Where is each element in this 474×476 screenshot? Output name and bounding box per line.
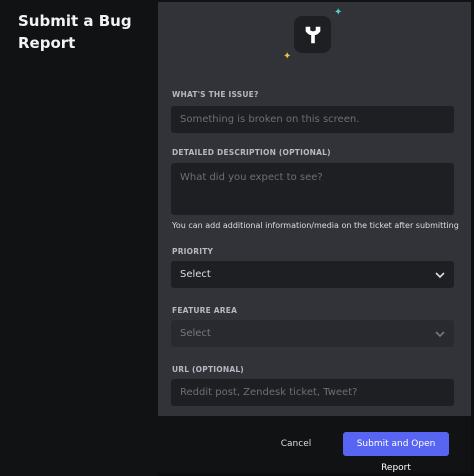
priority-label: PRIORITY — [172, 247, 214, 256]
description-label: DETAILED DESCRIPTION (OPTIONAL) — [172, 148, 331, 157]
sparkle-icon: ✦ — [334, 7, 343, 18]
priority-value: Select — [180, 269, 211, 280]
sparkle-icon: ✦ — [283, 51, 292, 62]
form-panel: ✦ ✦ WHAT'S THE ISSUE? Something is broke… — [158, 2, 471, 416]
cancel-button[interactable]: Cancel — [268, 432, 324, 456]
feature-area-select: Select — [171, 320, 454, 347]
url-input[interactable]: Reddit post, Zendesk ticket, Tweet? — [171, 379, 454, 406]
submit-button[interactable]: Submit and Open Report — [343, 432, 449, 473]
issue-label: WHAT'S THE ISSUE? — [172, 90, 259, 99]
description-textarea[interactable]: What did you expect to see? — [171, 163, 454, 215]
description-hint: You can add additional information/media… — [172, 221, 459, 230]
chevron-down-icon — [435, 330, 445, 337]
wrench-icon — [294, 16, 331, 53]
modal-sidebar: Submit a Bug Report — [0, 0, 158, 476]
issue-input[interactable]: Something is broken on this screen. — [171, 106, 454, 133]
priority-select[interactable]: Select — [171, 261, 454, 288]
url-label: URL (OPTIONAL) — [172, 365, 244, 374]
feature-area-value: Select — [180, 328, 211, 339]
chevron-down-icon — [435, 271, 445, 278]
modal-title: Submit a Bug Report — [18, 12, 132, 52]
feature-area-label: FEATURE AREA — [172, 306, 238, 315]
modal-footer: Cancel Submit and Open Report — [158, 416, 471, 473]
